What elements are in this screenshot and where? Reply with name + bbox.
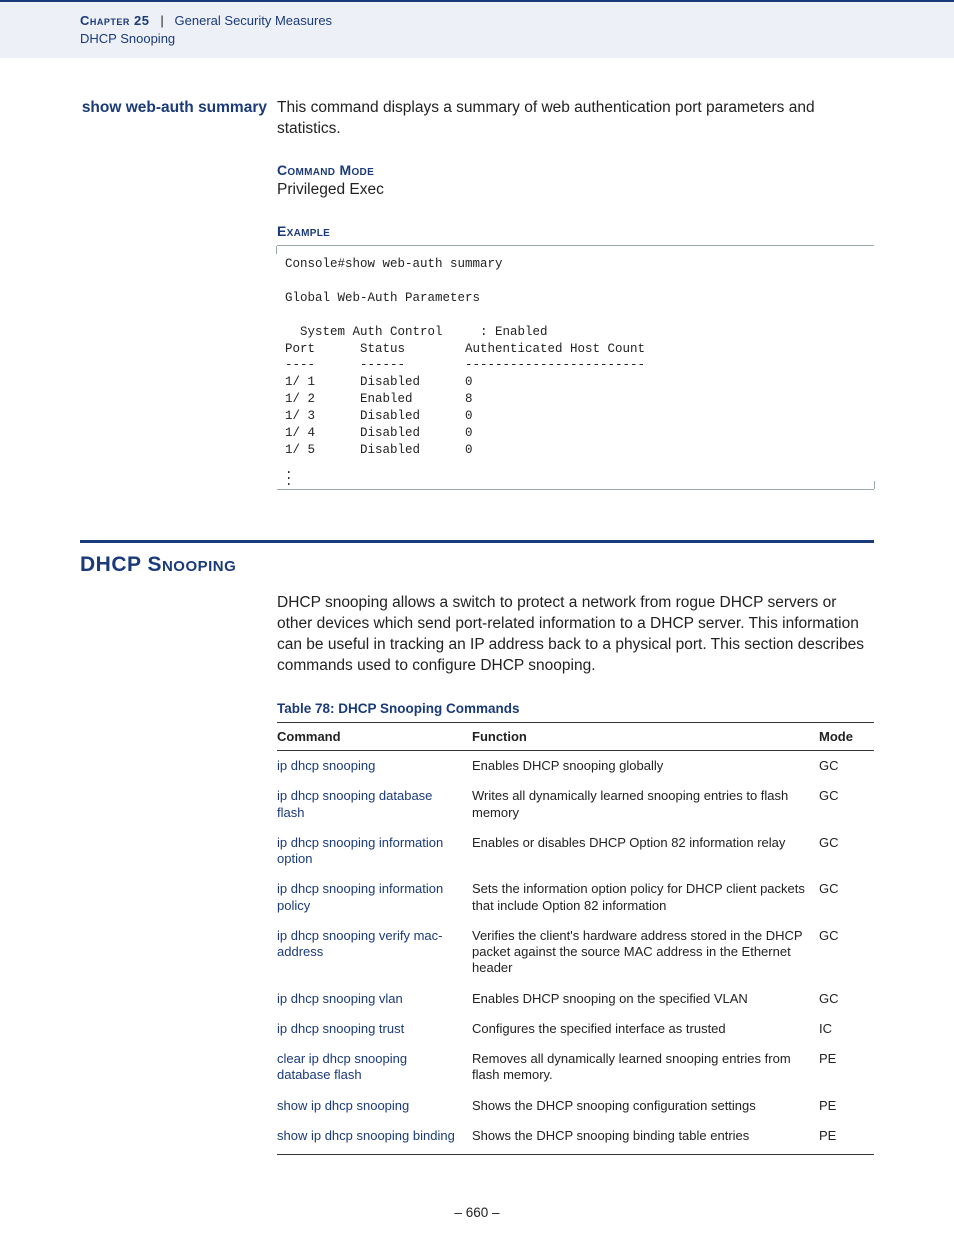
command-mode: GC bbox=[819, 828, 874, 875]
table-caption: Table 78: DHCP Snooping Commands bbox=[277, 701, 874, 716]
command-link[interactable]: show ip dhcp snooping binding bbox=[277, 1121, 472, 1155]
command-function: Enables DHCP snooping globally bbox=[472, 751, 819, 782]
command-mode: GC bbox=[819, 874, 874, 921]
command-mode: GC bbox=[819, 984, 874, 1014]
vertical-ellipsis-icon: ... bbox=[277, 467, 874, 490]
table-row: ip dhcp snooping database flashWrites al… bbox=[277, 781, 874, 828]
section-rule bbox=[80, 540, 874, 553]
command-link[interactable]: show ip dhcp snooping bbox=[277, 1091, 472, 1121]
command-function: Shows the DHCP snooping configuration se… bbox=[472, 1091, 819, 1121]
table-row: ip dhcp snooping vlanEnables DHCP snoopi… bbox=[277, 984, 874, 1014]
table-row: ip dhcp snoopingEnables DHCP snooping gl… bbox=[277, 751, 874, 782]
command-link[interactable]: ip dhcp snooping trust bbox=[277, 1014, 472, 1044]
section-heading: DHCP Snooping bbox=[80, 553, 874, 577]
command-function: Enables DHCP snooping on the specified V… bbox=[472, 984, 819, 1014]
command-link[interactable]: ip dhcp snooping vlan bbox=[277, 984, 472, 1014]
command-function: Verifies the client's hardware address s… bbox=[472, 921, 819, 984]
col-mode: Mode bbox=[819, 723, 874, 751]
command-link[interactable]: ip dhcp snooping database flash bbox=[277, 781, 472, 828]
example-label: Example bbox=[277, 223, 874, 239]
chapter-label: Chapter 25 bbox=[80, 13, 149, 28]
command-function: Configures the specified interface as tr… bbox=[472, 1014, 819, 1044]
chapter-title: General Security Measures bbox=[175, 13, 333, 28]
command-link[interactable]: ip dhcp snooping information policy bbox=[277, 874, 472, 921]
section-intro: DHCP snooping allows a switch to protect… bbox=[277, 593, 874, 677]
table-row: ip dhcp snooping information policySets … bbox=[277, 874, 874, 921]
command-mode: GC bbox=[819, 921, 874, 984]
separator: | bbox=[153, 13, 171, 28]
example-output: Console#show web-auth summary Global Web… bbox=[277, 246, 874, 467]
command-function: Writes all dynamically learned snooping … bbox=[472, 781, 819, 828]
command-function: Sets the information option policy for D… bbox=[472, 874, 819, 921]
command-mode: GC bbox=[819, 781, 874, 828]
table-row: ip dhcp snooping trustConfigures the spe… bbox=[277, 1014, 874, 1044]
command-function: Enables or disables DHCP Option 82 infor… bbox=[472, 828, 819, 875]
col-function: Function bbox=[472, 723, 819, 751]
command-function: Removes all dynamically learned snooping… bbox=[472, 1044, 819, 1091]
table-row: show ip dhcp snoopingShows the DHCP snoo… bbox=[277, 1091, 874, 1121]
command-mode: PE bbox=[819, 1044, 874, 1091]
table-row: show ip dhcp snooping bindingShows the D… bbox=[277, 1121, 874, 1155]
table-row: ip dhcp snooping verify mac-addressVerif… bbox=[277, 921, 874, 984]
table-row: clear ip dhcp snooping database flashRem… bbox=[277, 1044, 874, 1091]
command-function: Shows the DHCP snooping binding table en… bbox=[472, 1121, 819, 1155]
command-mode: GC bbox=[819, 751, 874, 782]
example-box: Console#show web-auth summary Global Web… bbox=[277, 245, 874, 490]
command-mode: IC bbox=[819, 1014, 874, 1044]
command-link[interactable]: ip dhcp snooping information option bbox=[277, 828, 472, 875]
page-number: – 660 – bbox=[80, 1205, 874, 1220]
command-mode: PE bbox=[819, 1121, 874, 1155]
col-command: Command bbox=[277, 723, 472, 751]
command-name: show web-auth summary bbox=[80, 98, 277, 119]
header-subtitle: DHCP Snooping bbox=[80, 30, 914, 48]
command-link[interactable]: ip dhcp snooping bbox=[277, 751, 472, 782]
command-mode: PE bbox=[819, 1091, 874, 1121]
command-link[interactable]: clear ip dhcp snooping database flash bbox=[277, 1044, 472, 1091]
command-mode-label: Command Mode bbox=[277, 162, 874, 178]
command-mode-value: Privileged Exec bbox=[277, 180, 874, 201]
page-header: Chapter 25 | General Security Measures D… bbox=[0, 0, 954, 58]
command-description: This command displays a summary of web a… bbox=[277, 98, 874, 140]
command-link[interactable]: ip dhcp snooping verify mac-address bbox=[277, 921, 472, 984]
table-row: ip dhcp snooping information optionEnabl… bbox=[277, 828, 874, 875]
command-definition: show web-auth summary This command displ… bbox=[80, 98, 874, 140]
commands-table: Command Function Mode ip dhcp snoopingEn… bbox=[277, 722, 874, 1155]
